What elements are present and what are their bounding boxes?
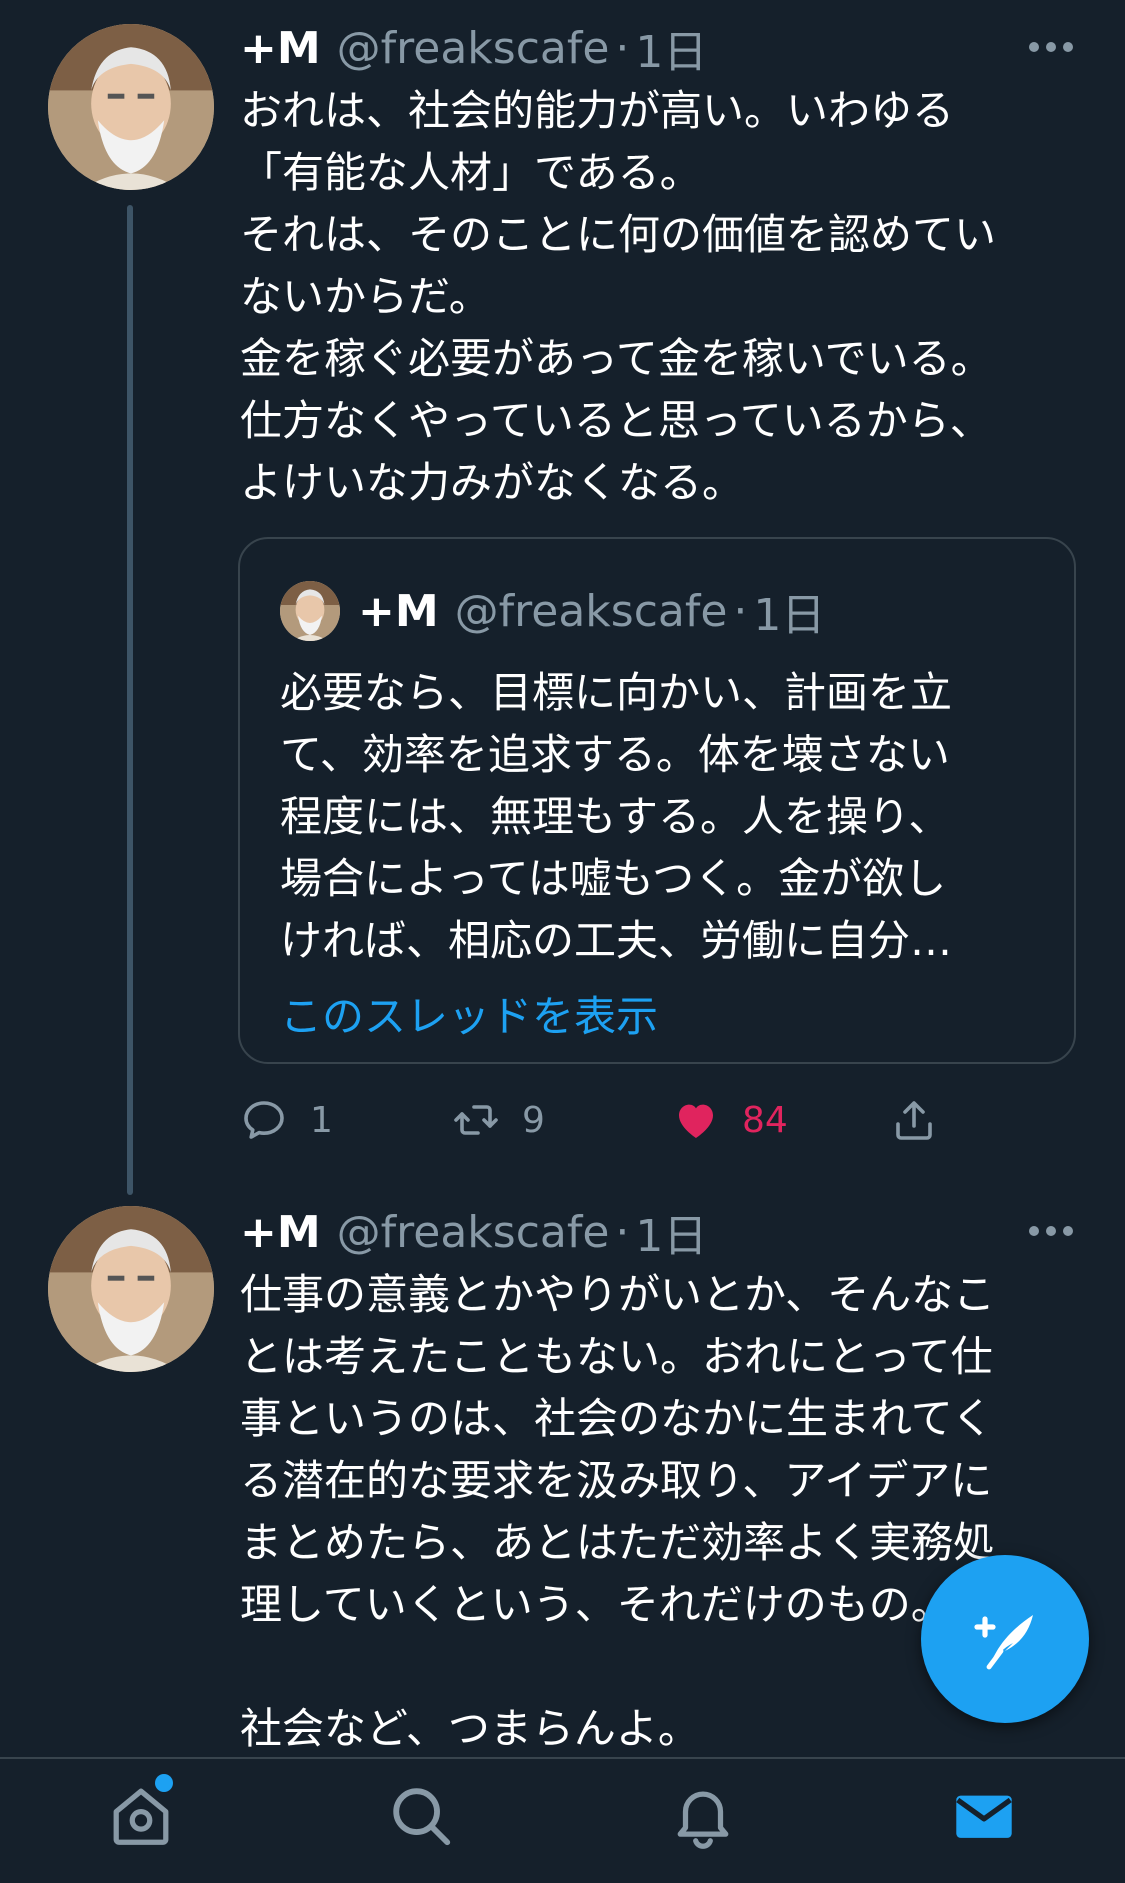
display-name[interactable]: +M: [240, 1207, 321, 1258]
reply-button[interactable]: 1: [240, 1085, 333, 1155]
avatar-photo: [48, 24, 214, 190]
separator: ·: [615, 1206, 630, 1258]
quoted-tweet[interactable]: +M @freakscafe · 1日 必要なら、目標に向かい、計画を立 て、効…: [238, 537, 1076, 1064]
retweet-button[interactable]: 9: [452, 1085, 545, 1155]
retweet-icon: [454, 1105, 498, 1135]
avatar[interactable]: [48, 1206, 214, 1372]
timestamp[interactable]: 1日: [635, 1200, 707, 1264]
reply-icon: [244, 1101, 284, 1139]
search-icon: [393, 1788, 451, 1846]
quote-header: +M @freakscafe · 1日: [358, 581, 826, 642]
compose-tweet-icon: [974, 1615, 1033, 1670]
like-count: 84: [742, 1099, 788, 1141]
share-icon: [896, 1101, 932, 1140]
tweet-header: +M @freakscafe · 1日: [240, 16, 707, 80]
quote-timestamp: 1日: [753, 590, 826, 641]
avatar[interactable]: [48, 24, 214, 190]
bottom-tab-bar: [0, 1757, 1125, 1883]
quote-separator: ·: [733, 585, 748, 637]
heart-icon: [679, 1104, 713, 1138]
quote-user-handle: @freakscafe: [454, 585, 728, 637]
thread-line: [127, 205, 133, 1195]
bell-icon: [677, 1791, 729, 1849]
mail-icon: [956, 1795, 1012, 1838]
tweet-text: おれは、社会的能力が高い。いわゆる 「有能な人材」である。 それは、そのことに何…: [240, 86, 997, 507]
separator: ·: [615, 22, 630, 74]
like-button[interactable]: 84: [672, 1085, 788, 1155]
more-options-icon[interactable]: [1029, 40, 1073, 54]
show-thread-link[interactable]: このスレッドを表示: [280, 986, 658, 1048]
tab-search[interactable]: [386, 1781, 456, 1851]
quote-avatar: [280, 581, 340, 641]
tab-notifications[interactable]: [668, 1781, 738, 1851]
timestamp[interactable]: 1日: [635, 16, 707, 80]
user-handle[interactable]: @freakscafe: [337, 23, 610, 74]
retweet-count: 9: [522, 1099, 545, 1141]
more-options-icon[interactable]: [1029, 1224, 1073, 1238]
unread-indicator: [155, 1774, 173, 1792]
tweet-actions: 1 9 84: [240, 1085, 1000, 1155]
tab-messages[interactable]: [949, 1781, 1019, 1851]
tweet-header: +M @freakscafe · 1日: [240, 1200, 707, 1264]
user-handle[interactable]: @freakscafe: [337, 1207, 610, 1258]
share-button[interactable]: [890, 1085, 960, 1155]
avatar-photo: [48, 1206, 214, 1372]
quote-display-name: +M: [358, 585, 439, 637]
reply-count: 1: [310, 1099, 333, 1141]
compose-tweet-button[interactable]: [921, 1555, 1089, 1723]
quote-text: 必要なら、目標に向かい、計画を立 て、効率を追求する。体を壊さない 程度には、無…: [280, 668, 953, 965]
display-name[interactable]: +M: [240, 23, 321, 74]
